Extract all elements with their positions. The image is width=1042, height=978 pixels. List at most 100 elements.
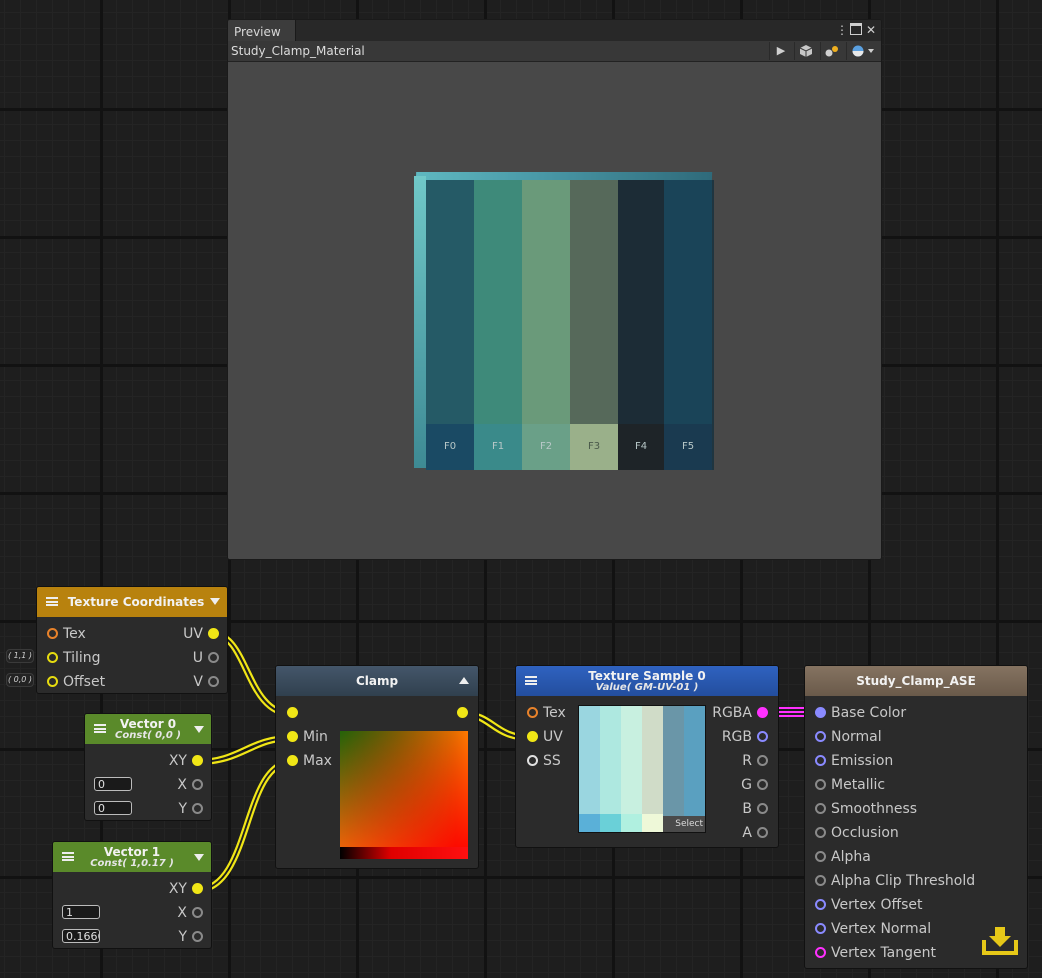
alpha-clip-threshold-input-port[interactable] (815, 875, 826, 886)
uv-output-port[interactable] (208, 628, 219, 639)
node-header[interactable]: Vector 0 Const( 0,0 ) (85, 714, 211, 744)
node-header[interactable]: Texture Coordinates (37, 587, 227, 617)
port-label-uv: UV (183, 626, 203, 642)
x-output-port[interactable] (192, 907, 203, 918)
node-title: Texture Sample 0 (588, 669, 706, 683)
select-button[interactable]: Select (663, 816, 705, 832)
min-input-port[interactable] (287, 731, 298, 742)
maximize-icon[interactable] (850, 23, 862, 35)
play-icon[interactable]: ▶ (769, 42, 792, 60)
cube-strip-0: F0 (426, 180, 474, 470)
node-subtitle: Const( 0,0 ) (115, 730, 181, 741)
y-output-port[interactable] (192, 931, 203, 942)
clamp-node[interactable]: Clamp Min Max (275, 665, 479, 869)
v-output-port[interactable] (208, 676, 219, 687)
port-label-alpha: Alpha (831, 849, 871, 865)
preview-window[interactable]: Preview ⋮ ✕ Study_Clamp_Material ▶ F0 F1… (227, 19, 882, 560)
vertex-normal-input-port[interactable] (815, 923, 826, 934)
port-label-xy: XY (168, 881, 187, 897)
xy-output-port[interactable] (192, 883, 203, 894)
offset-value-chip[interactable]: ( 0,0 ) (6, 673, 34, 687)
u-output-port[interactable] (208, 652, 219, 663)
a-output-port[interactable] (757, 827, 768, 838)
preview-tab[interactable]: Preview (228, 20, 296, 42)
max-input-port[interactable] (287, 755, 298, 766)
preview-viewport[interactable]: F0 F1 F2 F3 F4 F5 (228, 62, 881, 559)
menu-icon[interactable] (46, 597, 58, 606)
node-header[interactable]: Clamp (276, 666, 478, 696)
vertex-tangent-input-port[interactable] (815, 947, 826, 958)
save-download-icon[interactable] (981, 923, 1019, 957)
port-label-vertex-offset: Vertex Offset (831, 897, 923, 913)
offset-input-port[interactable] (47, 676, 58, 687)
port-label-base-color: Base Color (831, 705, 907, 721)
close-icon[interactable]: ✕ (866, 22, 876, 38)
port-label-emission: Emission (831, 753, 894, 769)
cube-strip-2: F2 (522, 180, 570, 470)
collapse-icon[interactable] (210, 598, 220, 605)
vector0-node[interactable]: Vector 0 Const( 0,0 ) XY 0 X 0 Y (84, 713, 212, 821)
lights-icon[interactable] (820, 42, 843, 60)
uv-input-port[interactable] (527, 731, 538, 742)
x-value-field[interactable]: 1 (62, 905, 100, 919)
alpha-input-port[interactable] (815, 851, 826, 862)
smoothness-input-port[interactable] (815, 803, 826, 814)
collapse-icon[interactable] (194, 854, 204, 861)
vector1-node[interactable]: Vector 1 Const( 1,0.17 ) XY 1 X 0.1666 Y (52, 841, 212, 949)
tiling-value-chip[interactable]: ( 1,1 ) (6, 649, 34, 663)
base-color-input-port[interactable] (815, 707, 826, 718)
port-label-metallic: Metallic (831, 777, 886, 793)
cube-mesh-icon[interactable] (794, 42, 817, 60)
tex-input-port[interactable] (47, 628, 58, 639)
cube-strip-5: F5 (664, 180, 712, 470)
port-label-xy: XY (168, 753, 187, 769)
xy-output-port[interactable] (192, 755, 203, 766)
x-output-port[interactable] (192, 779, 203, 790)
rgba-output-port[interactable] (757, 707, 768, 718)
texture-sample-node[interactable]: Texture Sample 0 Value( GM-UV-01 ) Tex U… (515, 665, 779, 848)
node-title: Vector 1 (103, 845, 161, 859)
x-value-field[interactable]: 0 (94, 777, 132, 791)
port-label-occlusion: Occlusion (831, 825, 899, 841)
y-value-field[interactable]: 0 (94, 801, 132, 815)
preview-toolbar: Study_Clamp_Material ▶ (228, 41, 881, 62)
texture-coordinates-node[interactable]: Texture Coordinates Tex Tiling Offset UV… (36, 586, 228, 694)
port-label-b: B (742, 801, 752, 817)
value-input-port[interactable] (287, 707, 298, 718)
metallic-input-port[interactable] (815, 779, 826, 790)
node-header[interactable]: Study_Clamp_ASE (805, 666, 1027, 696)
rgb-output-port[interactable] (757, 731, 768, 742)
port-label-x: X (177, 777, 187, 793)
port-label-y: Y (178, 801, 187, 817)
y-value-field[interactable]: 0.1666 (62, 929, 100, 943)
vertex-offset-input-port[interactable] (815, 899, 826, 910)
node-title: Study_Clamp_ASE (856, 674, 976, 688)
tex-input-port[interactable] (527, 707, 538, 718)
node-subtitle: Value( GM-UV-01 ) (595, 682, 699, 693)
more-options-icon[interactable]: ⋮ (836, 22, 848, 38)
g-output-port[interactable] (757, 779, 768, 790)
y-output-port[interactable] (192, 803, 203, 814)
port-label-max: Max (303, 753, 332, 769)
port-label-offset: Offset (63, 674, 106, 690)
port-label-normal: Normal (831, 729, 882, 745)
normal-input-port[interactable] (815, 731, 826, 742)
ss-input-port[interactable] (527, 755, 538, 766)
b-output-port[interactable] (757, 803, 768, 814)
clamp-output-port[interactable] (457, 707, 468, 718)
tiling-input-port[interactable] (47, 652, 58, 663)
expand-icon[interactable] (459, 677, 469, 684)
texture-thumbnail[interactable]: Select (578, 705, 706, 833)
node-header[interactable]: Vector 1 Const( 1,0.17 ) (53, 842, 211, 872)
r-output-port[interactable] (757, 755, 768, 766)
port-label-x: X (177, 905, 187, 921)
occlusion-input-port[interactable] (815, 827, 826, 838)
output-master-node[interactable]: Study_Clamp_ASE Base Color Normal Emissi… (804, 665, 1028, 969)
emission-input-port[interactable] (815, 755, 826, 766)
background-sphere-dropdown[interactable] (846, 42, 881, 60)
port-label-smoothness: Smoothness (831, 801, 918, 817)
collapse-icon[interactable] (194, 726, 204, 733)
node-header[interactable]: Texture Sample 0 Value( GM-UV-01 ) (516, 666, 778, 696)
port-label-u: U (192, 650, 203, 666)
port-label-a: A (742, 825, 752, 841)
